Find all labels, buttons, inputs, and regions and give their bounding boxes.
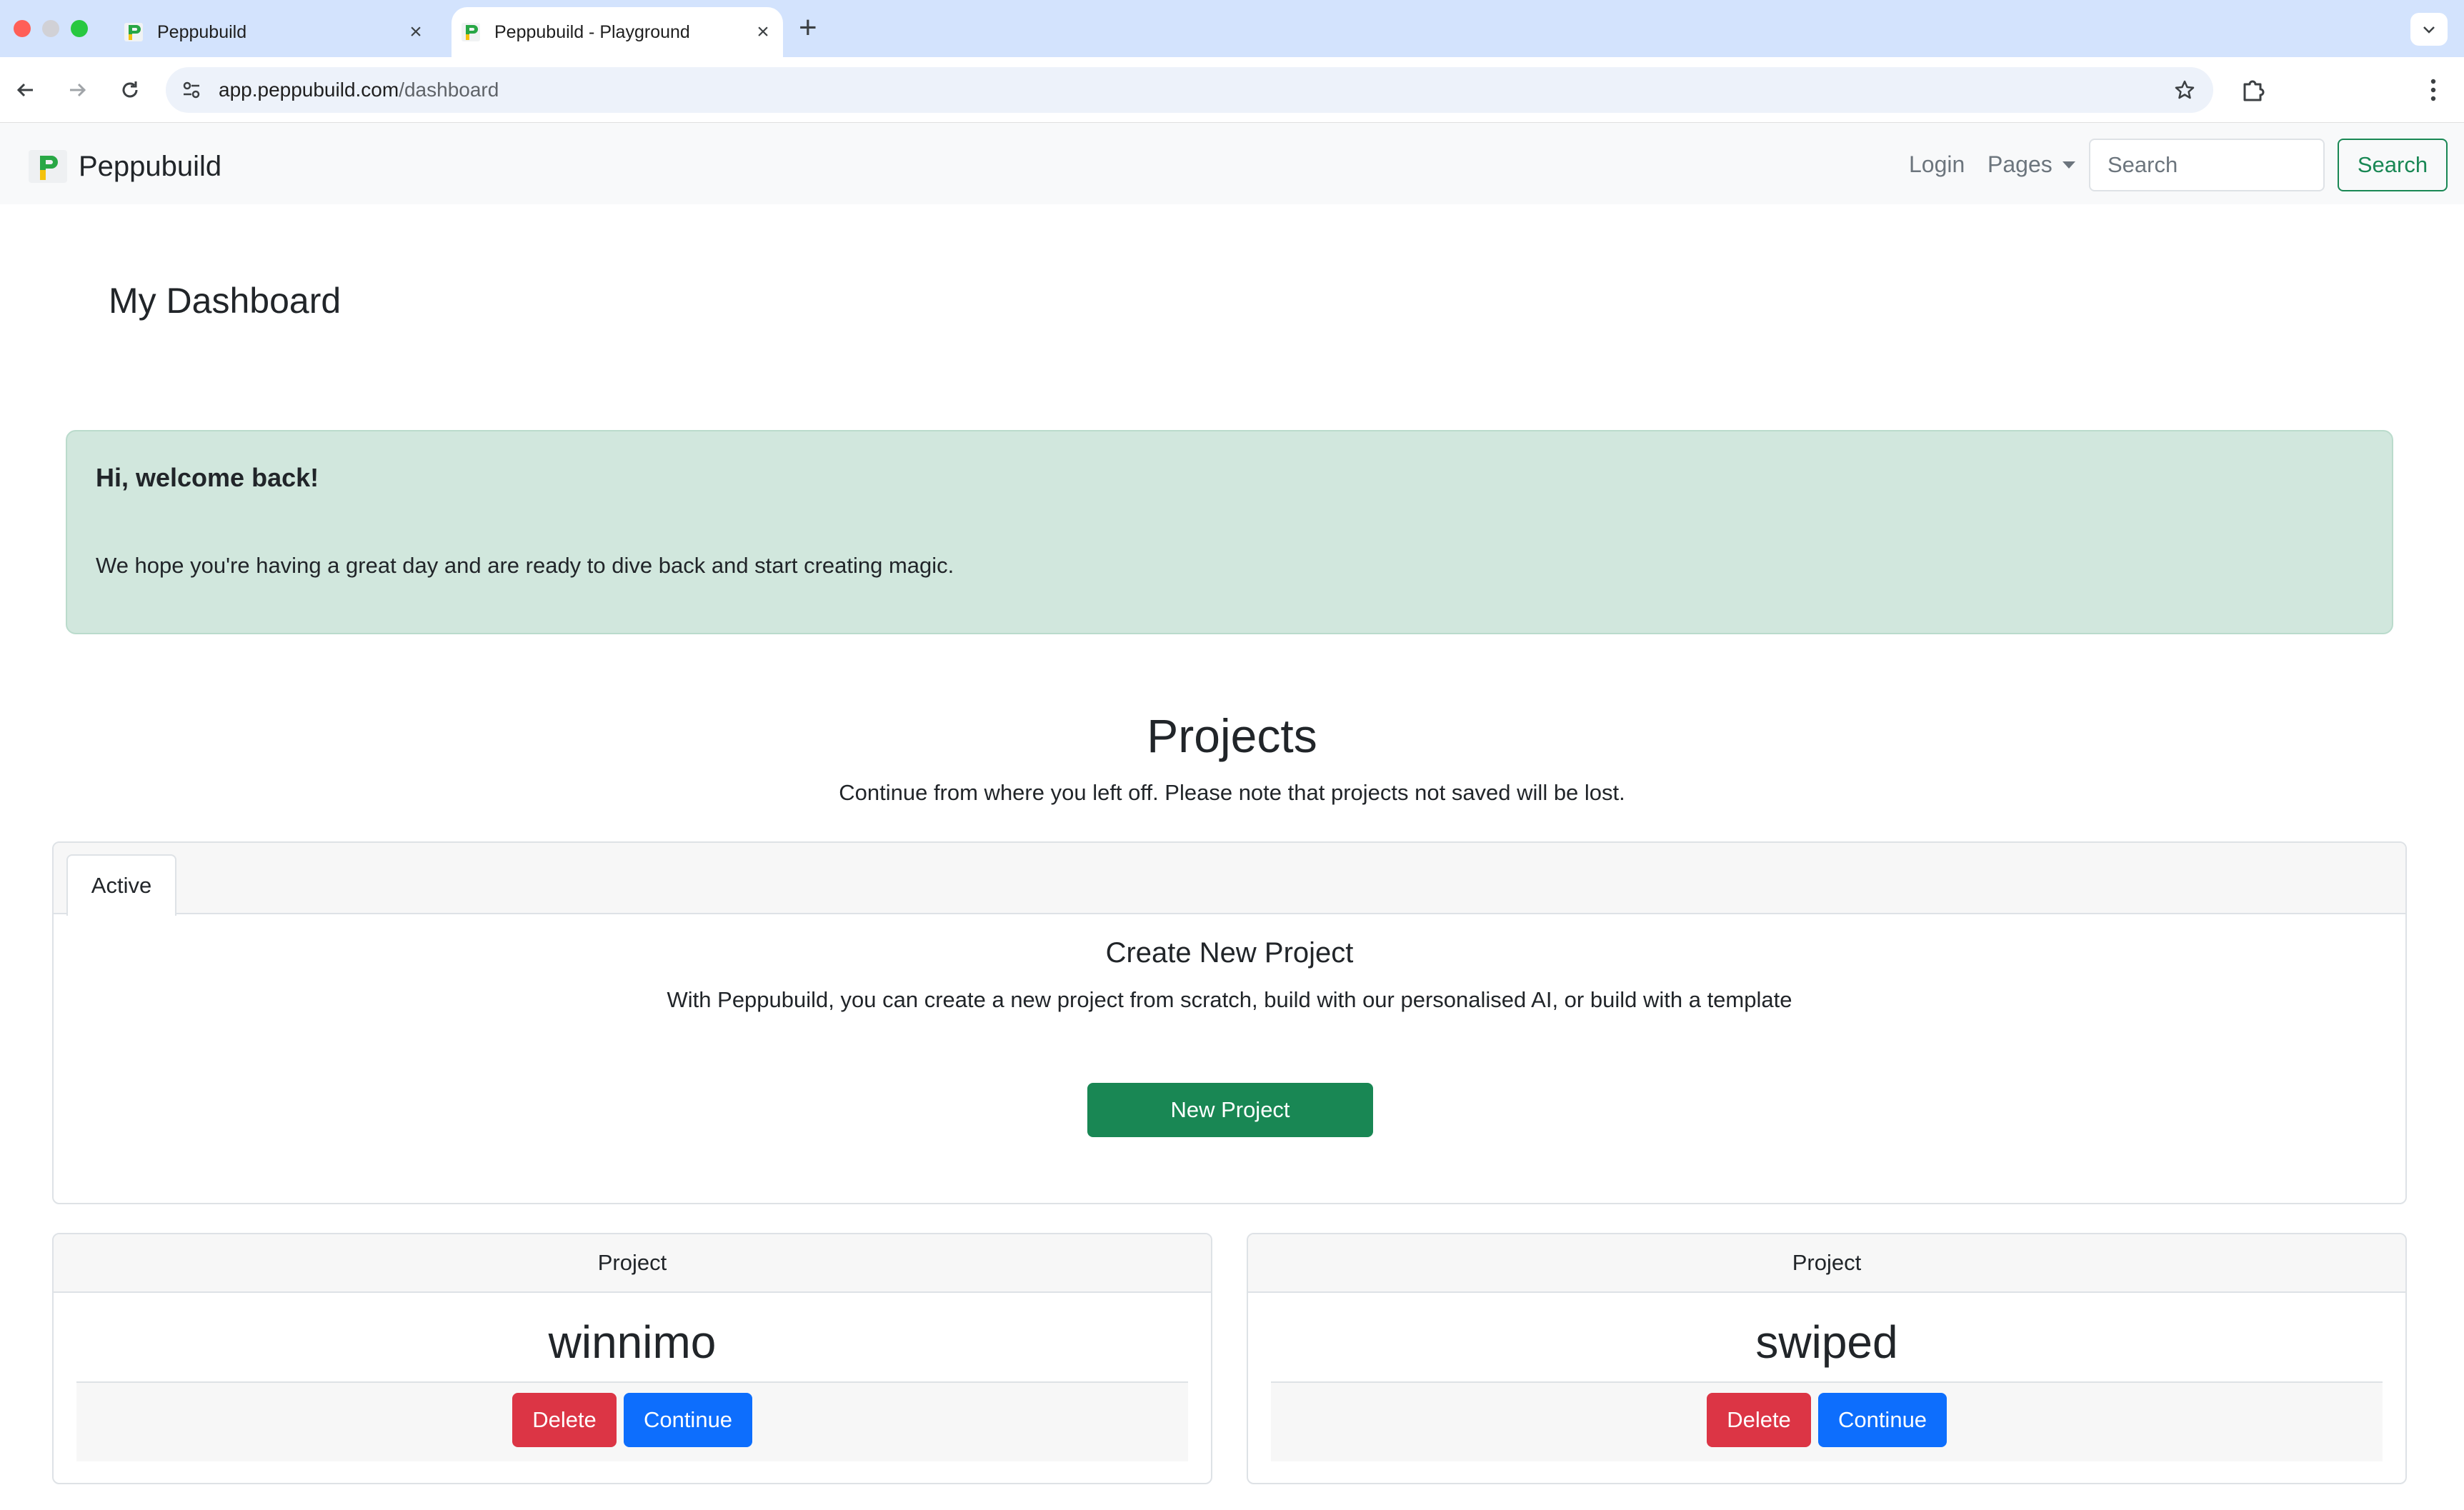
continue-button[interactable]: Continue — [1818, 1393, 1947, 1447]
login-link[interactable]: Login — [1909, 151, 1965, 178]
extensions-icon[interactable] — [2238, 74, 2269, 106]
minimize-window-icon[interactable] — [42, 20, 59, 37]
new-tab-button[interactable]: + — [799, 10, 817, 46]
forward-button[interactable] — [60, 73, 94, 107]
tab-close-icon[interactable]: × — [749, 20, 777, 44]
browser-tab-peppubuild[interactable]: Peppubuild × — [114, 7, 436, 57]
tab-close-icon[interactable]: × — [401, 20, 430, 44]
back-arrow-icon — [16, 83, 33, 97]
tabs-header: Active — [54, 843, 2405, 916]
peppubuild-favicon — [462, 23, 480, 41]
create-project-description: With Peppubuild, you can create a new pr… — [667, 987, 1792, 1012]
search-button[interactable]: Search — [2338, 139, 2448, 191]
peppubuild-favicon — [124, 23, 143, 41]
projects-subtitle: Continue from where you left off. Please… — [839, 780, 1625, 805]
url-text: app.peppubuild.com/dashboard — [219, 79, 499, 101]
tab-search-button[interactable] — [2410, 13, 2448, 46]
chevron-down-icon — [2423, 26, 2435, 34]
brand-name: Peppubuild — [79, 150, 222, 182]
site-settings-icon[interactable] — [177, 76, 206, 104]
tab-title: Peppubuild — [157, 21, 247, 42]
card-actions: Delete Continue — [76, 1393, 1188, 1447]
alert-heading: Hi, welcome back! — [96, 463, 319, 492]
card-header: Project — [1248, 1234, 2405, 1293]
reload-icon — [122, 81, 138, 98]
delete-button[interactable]: Delete — [512, 1393, 617, 1447]
peppubuild-logo-icon — [29, 150, 67, 183]
more-vert-icon[interactable] — [2418, 74, 2449, 106]
projects-title: Projects — [1147, 709, 1317, 762]
reload-button[interactable] — [113, 73, 147, 107]
new-project-button[interactable]: New Project — [1087, 1083, 1373, 1137]
forward-arrow-icon — [70, 83, 86, 97]
search-input[interactable] — [2089, 139, 2325, 191]
brand-link[interactable]: Peppubuild — [27, 149, 221, 184]
back-button[interactable] — [9, 73, 43, 107]
close-window-icon[interactable] — [14, 20, 31, 37]
card-footer: Delete Continue — [1271, 1381, 2383, 1461]
url-path: /dashboard — [399, 79, 499, 101]
pages-label: Pages — [1987, 151, 2052, 177]
create-project-title: Create New Project — [1105, 937, 1354, 969]
continue-button[interactable]: Continue — [624, 1393, 752, 1447]
card-footer: Delete Continue — [76, 1381, 1188, 1461]
alert-text: We hope you're having a great day and ar… — [96, 553, 954, 578]
url-host: app.peppubuild.com — [219, 79, 399, 101]
card-header: Project — [54, 1234, 1211, 1293]
site-navbar: Peppubuild Login Pages Search — [0, 123, 2464, 204]
project-name: winnimo — [548, 1316, 717, 1368]
tab-title: Peppubuild - Playground — [494, 21, 690, 42]
maximize-window-icon[interactable] — [71, 20, 88, 37]
browser-tab-bar: Peppubuild × Peppubuild - Playground × + — [0, 0, 2464, 57]
project-card: Project swiped Delete Continue — [1247, 1233, 2407, 1484]
card-actions: Delete Continue — [1271, 1393, 2383, 1447]
project-name: swiped — [1755, 1316, 1898, 1368]
page-title: My Dashboard — [109, 281, 341, 321]
delete-button[interactable]: Delete — [1707, 1393, 1811, 1447]
star-icon[interactable] — [2170, 76, 2199, 104]
caret-down-icon — [2062, 161, 2075, 169]
browser-toolbar: app.peppubuild.com/dashboard — [0, 57, 2464, 123]
project-card: Project winnimo Delete Continue — [52, 1233, 1212, 1484]
address-bar[interactable]: app.peppubuild.com/dashboard — [166, 67, 2213, 113]
projects-tabs-card: Active Create New Project With Peppubuil… — [52, 841, 2407, 1204]
welcome-alert: Hi, welcome back! We hope you're having … — [66, 430, 2393, 634]
browser-tab-playground[interactable]: Peppubuild - Playground × — [452, 7, 783, 57]
pages-dropdown[interactable]: Pages — [1987, 151, 2075, 178]
tab-active[interactable]: Active — [66, 854, 176, 916]
